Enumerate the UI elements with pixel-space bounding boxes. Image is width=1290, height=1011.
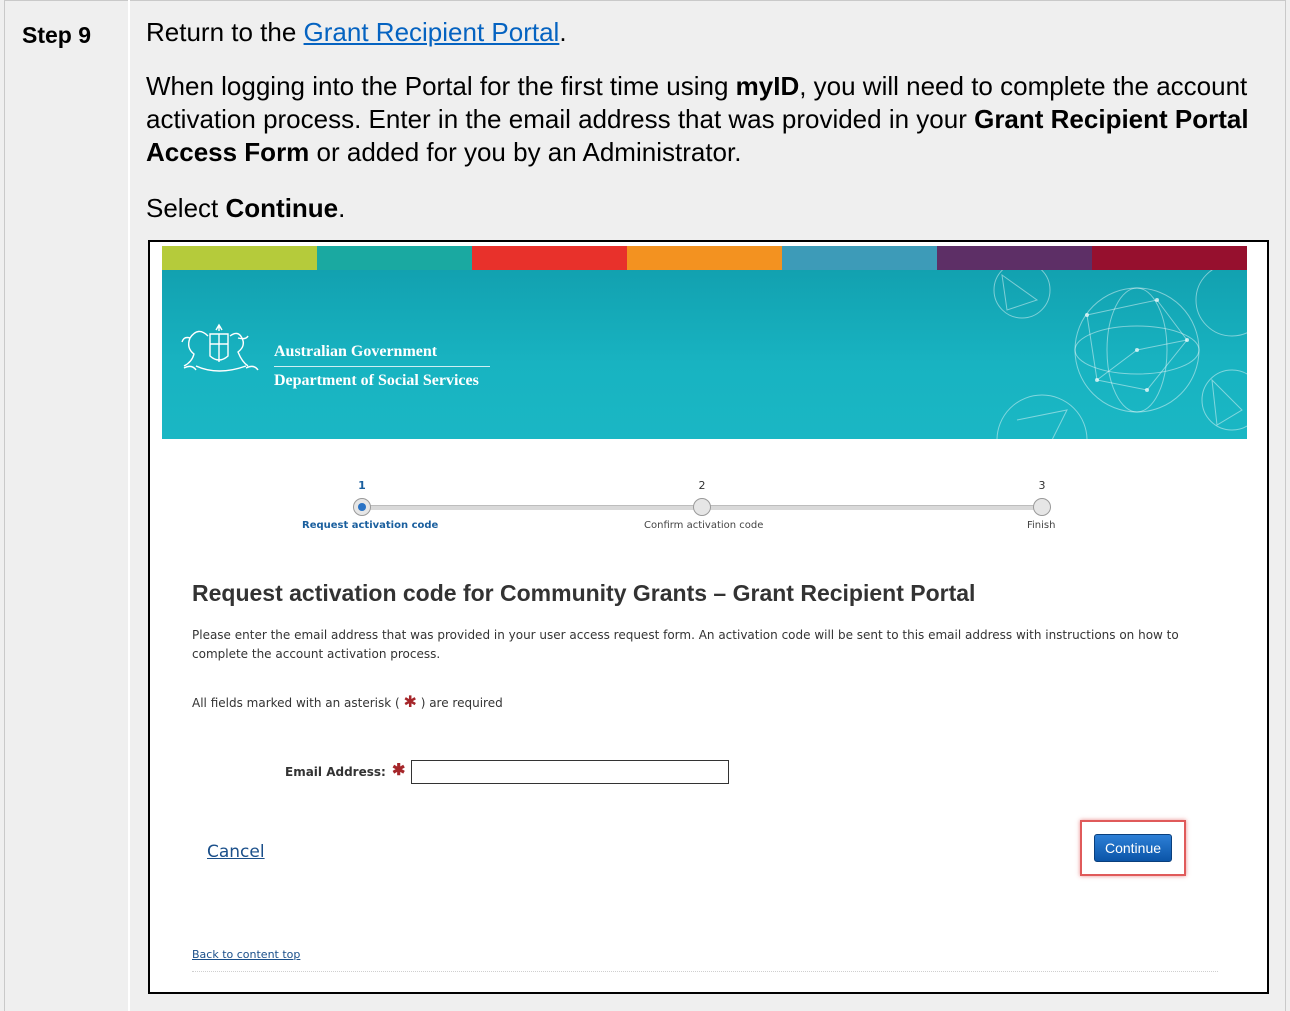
colour-stripe-6 — [937, 246, 1092, 270]
email-label: Email Address: — [285, 765, 386, 779]
step-3-number: 3 — [1038, 479, 1046, 492]
coat-of-arms-icon — [181, 323, 259, 372]
instruction-select-continue: Select Continue. — [146, 193, 346, 223]
step-2-indicator — [693, 498, 711, 516]
footer-divider — [192, 971, 1218, 972]
step-1-label: Request activation code — [302, 520, 439, 531]
step-3-label: Finish — [1027, 520, 1056, 531]
progress-stepper: 1 Request activation code 2 Confirm acti… — [150, 452, 1267, 552]
colour-stripe-4 — [627, 246, 782, 270]
colour-stripe-bar — [162, 246, 1247, 270]
cancel-link[interactable]: Cancel — [207, 842, 265, 862]
back-to-content-top-link[interactable]: Back to content top — [192, 948, 300, 961]
asterisk-icon: ✱ — [403, 692, 417, 711]
colour-stripe-3 — [472, 246, 627, 270]
colour-stripe-1 — [162, 246, 317, 270]
portal-screenshot: Australian Government Department of Soci… — [148, 240, 1269, 994]
step-2-label: Confirm activation code — [644, 520, 764, 531]
government-branding: Australian Government Department of Soci… — [274, 338, 490, 395]
colour-stripe-5 — [782, 246, 937, 270]
colour-stripe-2 — [317, 246, 472, 270]
grant-recipient-portal-link[interactable]: Grant Recipient Portal — [304, 17, 560, 47]
page-title: Request activation code for Community Gr… — [192, 580, 976, 606]
instruction-first-login: When logging into the Portal for the fir… — [146, 71, 1249, 167]
instruction-return: Return to the Grant Recipient Portal. — [146, 17, 567, 47]
column-divider — [128, 0, 130, 1011]
required-asterisk-icon: ✱ — [392, 762, 406, 779]
colour-stripe-7 — [1092, 246, 1247, 270]
required-fields-note: All fields marked with an asterisk ( ✱ )… — [192, 692, 503, 711]
step-1-indicator — [353, 498, 371, 516]
network-globe-decoration — [993, 270, 1247, 439]
header-banner: Australian Government Department of Soci… — [162, 270, 1247, 439]
email-address-input[interactable] — [411, 760, 729, 784]
step-1-number: 1 — [358, 479, 366, 492]
page-description: Please enter the email address that was … — [192, 628, 1179, 661]
step-2-number: 2 — [698, 479, 706, 492]
step-label: Step 9 — [22, 22, 92, 48]
continue-button[interactable]: Continue — [1094, 834, 1172, 862]
step-3-indicator — [1033, 498, 1051, 516]
